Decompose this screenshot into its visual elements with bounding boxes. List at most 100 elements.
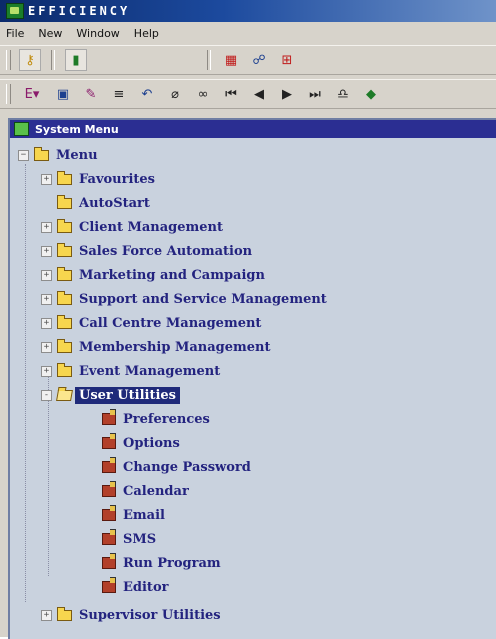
toolbar-bottom: E▾ ▣ ✎ ≡ ↶ ⌀ ∞ ⏮ ◀ ▶ ⏭ ♎ ◆	[0, 79, 496, 109]
next-record-icon[interactable]: ▶	[277, 84, 297, 104]
query-icon[interactable]: ♎	[333, 84, 353, 104]
tree-node-label: Menu	[56, 147, 98, 163]
tree-node-supervisor-utilities[interactable]: + Supervisor Utilities	[41, 604, 221, 626]
toolbar-grip[interactable]	[6, 84, 11, 104]
tree-node-label: Membership Management	[79, 339, 271, 355]
tree-connector-line	[25, 164, 26, 602]
expand-toggle-icon[interactable]: +	[41, 341, 52, 353]
tree-node-user-utilities[interactable]: - User Utilities	[41, 384, 180, 406]
tree-node-client-management[interactable]: + Client Management	[41, 216, 223, 238]
expand-toggle-icon[interactable]: +	[41, 365, 52, 377]
app-logo-icon	[6, 3, 24, 19]
undo-icon[interactable]: ↶	[137, 84, 157, 104]
tree-node-label: Favourites	[79, 171, 156, 187]
tree-node-root[interactable]: − Menu	[18, 144, 98, 166]
menu-bar: File New Window Help	[0, 23, 496, 43]
expand-toggle-icon[interactable]: +	[41, 269, 52, 281]
toolbar-separator	[51, 50, 55, 70]
tree-leaf-label: SMS	[123, 531, 157, 547]
building-icon[interactable]: ▦	[221, 50, 241, 70]
expand-toggle-icon[interactable]: +	[41, 293, 52, 305]
tree-node-support-and-service[interactable]: + Support and Service Management	[41, 288, 327, 310]
expand-toggle-icon[interactable]: +	[41, 221, 52, 233]
menu-file[interactable]: File	[6, 27, 24, 40]
open-folder-icon	[56, 389, 73, 401]
program-icon	[102, 481, 116, 497]
folder-icon	[57, 314, 72, 329]
tree-leaf-label: Change Password	[123, 459, 251, 475]
expand-toggle-icon[interactable]: +	[41, 317, 52, 329]
tree-leaf-calendar[interactable]: Calendar	[102, 480, 189, 502]
toolbar-grip[interactable]	[6, 50, 11, 70]
exit-door-icon[interactable]: ▮	[65, 49, 87, 71]
previous-record-icon[interactable]: ◀	[249, 84, 269, 104]
toolbar-top: ⚷ ▮ ▦ ☍ ⊞	[0, 45, 496, 75]
panel-header: System Menu	[10, 120, 496, 138]
title-bar: EFFICIENCY	[0, 0, 496, 22]
grid-icon[interactable]: ⊞	[277, 50, 297, 70]
program-icon	[102, 505, 116, 521]
tree-node-label: Support and Service Management	[79, 291, 327, 307]
edit-icon[interactable]: ✎	[81, 84, 101, 104]
tree-node-label: Supervisor Utilities	[79, 607, 221, 623]
eraser-icon[interactable]: ⌀	[165, 84, 185, 104]
folder-icon	[57, 218, 72, 233]
tree-node-label: Event Management	[79, 363, 221, 379]
tree-leaf-change-password[interactable]: Change Password	[102, 456, 251, 478]
tree-node-sales-force-automation[interactable]: + Sales Force Automation	[41, 240, 252, 262]
key-icon[interactable]: ⚷	[19, 49, 41, 71]
tree-node-event-management[interactable]: + Event Management	[41, 360, 220, 382]
tree-node-label-selected: User Utilities	[75, 386, 180, 404]
window-title: EFFICIENCY	[28, 4, 131, 18]
folder-icon	[57, 266, 72, 281]
program-icon	[102, 409, 116, 425]
tree-leaf-label: Run Program	[123, 555, 221, 571]
system-menu-icon	[14, 122, 29, 136]
tree-leaf-label: Options	[123, 435, 180, 451]
letter-e-dropdown-icon[interactable]: E▾	[19, 84, 45, 104]
menu-window[interactable]: Window	[76, 27, 119, 40]
list-icon[interactable]: ≡	[109, 84, 129, 104]
tree-leaf-run-program[interactable]: Run Program	[102, 552, 221, 574]
expand-toggle-icon[interactable]: +	[41, 245, 52, 257]
tree-leaf-label: Calendar	[123, 483, 189, 499]
program-icon	[102, 433, 116, 449]
save-icon[interactable]: ▣	[53, 84, 73, 104]
program-icon	[102, 457, 116, 473]
tree-node-marketing-and-campaign[interactable]: + Marketing and Campaign	[41, 264, 265, 286]
tree-leaf-label: Email	[123, 507, 165, 523]
tree-leaf-options[interactable]: Options	[102, 432, 180, 454]
first-record-icon[interactable]: ⏮	[221, 84, 241, 104]
program-icon	[102, 529, 116, 545]
toolbar-separator	[207, 50, 211, 70]
tree-node-favourites[interactable]: + Favourites	[41, 168, 155, 190]
folder-icon	[34, 146, 49, 161]
collapse-toggle-icon[interactable]: -	[41, 389, 52, 401]
tree-node-call-centre-management[interactable]: + Call Centre Management	[41, 312, 261, 334]
tree-leaf-label: Preferences	[123, 411, 210, 427]
tree-node-autostart[interactable]: AutoStart	[41, 192, 150, 214]
folder-icon	[57, 170, 72, 185]
tree-leaf-editor[interactable]: Editor	[102, 576, 168, 598]
last-record-icon[interactable]: ⏭	[305, 84, 325, 104]
menu-help[interactable]: Help	[134, 27, 159, 40]
tree-leaf-sms[interactable]: SMS	[102, 528, 156, 550]
collapse-toggle-icon[interactable]: −	[18, 149, 29, 161]
expand-toggle-icon[interactable]: +	[41, 173, 52, 185]
tag-icon[interactable]: ◆	[361, 84, 381, 104]
folder-icon	[57, 338, 72, 353]
program-icon	[102, 553, 116, 569]
tree-node-membership-management[interactable]: + Membership Management	[41, 336, 270, 358]
menu-new[interactable]: New	[38, 27, 62, 40]
tree-node-label: Marketing and Campaign	[79, 267, 265, 283]
tree-leaf-email[interactable]: Email	[102, 504, 165, 526]
tree-leaf-preferences[interactable]: Preferences	[102, 408, 210, 430]
expand-toggle-icon[interactable]: +	[41, 609, 52, 621]
panel-title: System Menu	[35, 122, 119, 136]
system-menu-panel: System Menu − Menu + Favourites AutoStar…	[8, 118, 496, 639]
binoculars-icon[interactable]: ∞	[193, 84, 213, 104]
folder-icon	[57, 290, 72, 305]
people-icon[interactable]: ☍	[249, 50, 269, 70]
folder-icon	[57, 362, 72, 377]
folder-icon	[57, 194, 72, 209]
